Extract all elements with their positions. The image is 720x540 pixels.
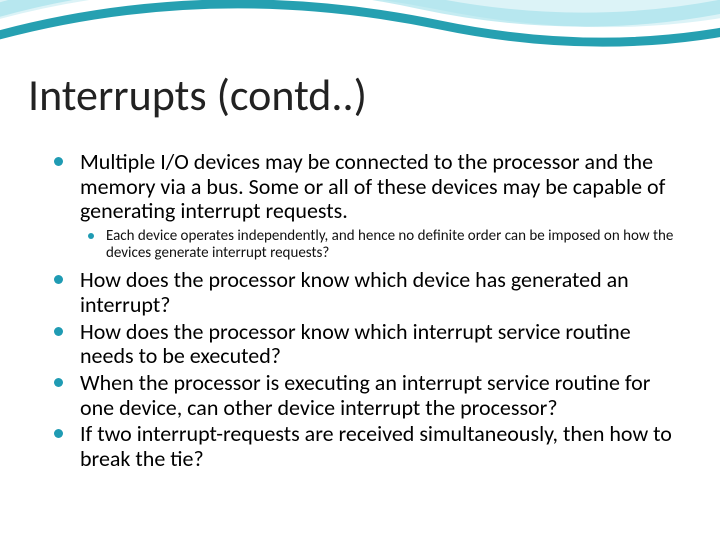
slide-body: Multiple I/O devices may be connected to… xyxy=(44,150,684,473)
bullet-item: If two interrupt-requests are received s… xyxy=(80,422,684,471)
bullet-item: How does the processor know which interr… xyxy=(80,320,684,369)
bullet-item: Multiple I/O devices may be connected to… xyxy=(80,150,684,262)
bullet-list: Multiple I/O devices may be connected to… xyxy=(44,150,684,471)
sub-bullet-text: Each device operates independently, and … xyxy=(106,227,673,262)
bullet-text: How does the processor know which device… xyxy=(80,266,629,318)
slide-title: Interrupts (contd..) xyxy=(28,68,367,122)
bullet-item: How does the processor know which device… xyxy=(80,268,684,317)
bullet-text: If two interrupt-requests are received s… xyxy=(80,420,672,472)
bullet-item: When the processor is executing an inter… xyxy=(80,371,684,420)
bullet-text: When the processor is executing an inter… xyxy=(80,369,650,421)
bullet-text: How does the processor know which interr… xyxy=(80,318,631,370)
sub-bullet-item: Each device operates independently, and … xyxy=(106,228,684,263)
bullet-text: Multiple I/O devices may be connected to… xyxy=(80,148,665,224)
slide: Interrupts (contd..) Multiple I/O device… xyxy=(0,0,720,540)
sub-bullet-list: Each device operates independently, and … xyxy=(80,228,684,263)
